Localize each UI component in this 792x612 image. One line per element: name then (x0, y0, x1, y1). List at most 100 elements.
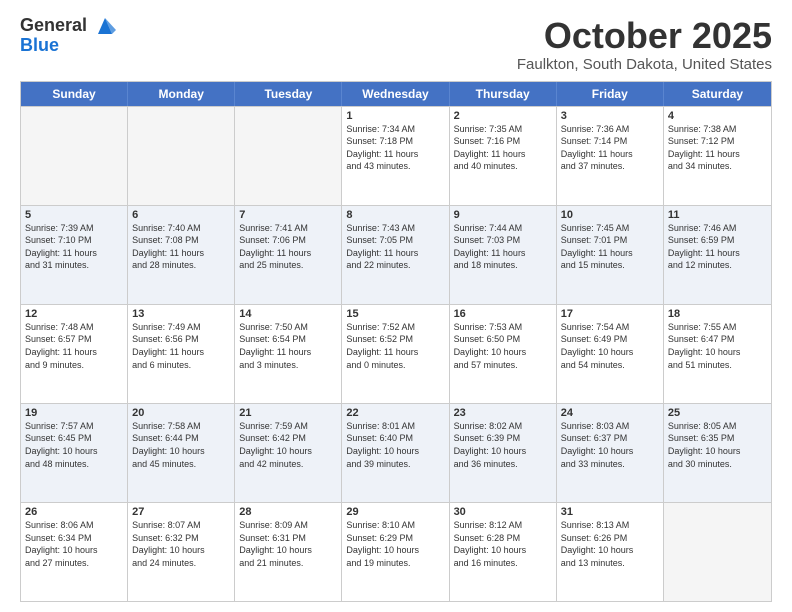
day-number: 7 (239, 209, 337, 221)
header-thursday: Thursday (450, 82, 557, 106)
day-number: 19 (25, 407, 123, 419)
calendar-cell: 1Sunrise: 7:34 AM Sunset: 7:18 PM Daylig… (342, 107, 449, 205)
day-number: 23 (454, 407, 552, 419)
header-friday: Friday (557, 82, 664, 106)
calendar-cell: 12Sunrise: 7:48 AM Sunset: 6:57 PM Dayli… (21, 305, 128, 403)
calendar-cell: 23Sunrise: 8:02 AM Sunset: 6:39 PM Dayli… (450, 404, 557, 502)
calendar-row-3: 12Sunrise: 7:48 AM Sunset: 6:57 PM Dayli… (21, 304, 771, 403)
calendar-cell: 27Sunrise: 8:07 AM Sunset: 6:32 PM Dayli… (128, 503, 235, 601)
calendar-cell: 19Sunrise: 7:57 AM Sunset: 6:45 PM Dayli… (21, 404, 128, 502)
calendar-cell: 18Sunrise: 7:55 AM Sunset: 6:47 PM Dayli… (664, 305, 771, 403)
calendar-cell: 6Sunrise: 7:40 AM Sunset: 7:08 PM Daylig… (128, 206, 235, 304)
day-number: 28 (239, 506, 337, 518)
header: General Blue October 2025 Faulkton, Sout… (20, 16, 772, 73)
day-details: Sunrise: 8:12 AM Sunset: 6:28 PM Dayligh… (454, 519, 552, 569)
header-sunday: Sunday (21, 82, 128, 106)
day-details: Sunrise: 7:43 AM Sunset: 7:05 PM Dayligh… (346, 222, 444, 272)
header-saturday: Saturday (664, 82, 771, 106)
calendar-cell (235, 107, 342, 205)
day-details: Sunrise: 7:59 AM Sunset: 6:42 PM Dayligh… (239, 420, 337, 470)
day-details: Sunrise: 8:03 AM Sunset: 6:37 PM Dayligh… (561, 420, 659, 470)
day-number: 26 (25, 506, 123, 518)
calendar-cell: 29Sunrise: 8:10 AM Sunset: 6:29 PM Dayli… (342, 503, 449, 601)
calendar-body: 1Sunrise: 7:34 AM Sunset: 7:18 PM Daylig… (21, 106, 771, 601)
logo-text: General Blue (20, 16, 116, 56)
day-details: Sunrise: 8:06 AM Sunset: 6:34 PM Dayligh… (25, 519, 123, 569)
calendar-cell: 14Sunrise: 7:50 AM Sunset: 6:54 PM Dayli… (235, 305, 342, 403)
logo-icon (94, 16, 116, 36)
day-number: 29 (346, 506, 444, 518)
page: General Blue October 2025 Faulkton, Sout… (0, 0, 792, 612)
calendar-cell: 26Sunrise: 8:06 AM Sunset: 6:34 PM Dayli… (21, 503, 128, 601)
day-number: 30 (454, 506, 552, 518)
day-details: Sunrise: 7:44 AM Sunset: 7:03 PM Dayligh… (454, 222, 552, 272)
day-details: Sunrise: 7:35 AM Sunset: 7:16 PM Dayligh… (454, 123, 552, 173)
day-number: 31 (561, 506, 659, 518)
day-details: Sunrise: 7:48 AM Sunset: 6:57 PM Dayligh… (25, 321, 123, 371)
day-details: Sunrise: 7:46 AM Sunset: 6:59 PM Dayligh… (668, 222, 767, 272)
calendar-cell: 10Sunrise: 7:45 AM Sunset: 7:01 PM Dayli… (557, 206, 664, 304)
day-number: 24 (561, 407, 659, 419)
header-tuesday: Tuesday (235, 82, 342, 106)
day-number: 3 (561, 110, 659, 122)
day-number: 20 (132, 407, 230, 419)
calendar-row-4: 19Sunrise: 7:57 AM Sunset: 6:45 PM Dayli… (21, 403, 771, 502)
day-number: 25 (668, 407, 767, 419)
day-number: 1 (346, 110, 444, 122)
day-number: 6 (132, 209, 230, 221)
day-details: Sunrise: 7:58 AM Sunset: 6:44 PM Dayligh… (132, 420, 230, 470)
day-details: Sunrise: 8:05 AM Sunset: 6:35 PM Dayligh… (668, 420, 767, 470)
day-details: Sunrise: 7:41 AM Sunset: 7:06 PM Dayligh… (239, 222, 337, 272)
day-number: 13 (132, 308, 230, 320)
calendar-cell: 11Sunrise: 7:46 AM Sunset: 6:59 PM Dayli… (664, 206, 771, 304)
calendar-cell: 25Sunrise: 8:05 AM Sunset: 6:35 PM Dayli… (664, 404, 771, 502)
calendar-cell: 31Sunrise: 8:13 AM Sunset: 6:26 PM Dayli… (557, 503, 664, 601)
calendar-header: Sunday Monday Tuesday Wednesday Thursday… (21, 82, 771, 106)
location: Faulkton, South Dakota, United States (517, 56, 772, 73)
day-details: Sunrise: 8:09 AM Sunset: 6:31 PM Dayligh… (239, 519, 337, 569)
calendar-cell: 30Sunrise: 8:12 AM Sunset: 6:28 PM Dayli… (450, 503, 557, 601)
calendar-cell: 21Sunrise: 7:59 AM Sunset: 6:42 PM Dayli… (235, 404, 342, 502)
day-number: 21 (239, 407, 337, 419)
calendar-cell: 2Sunrise: 7:35 AM Sunset: 7:16 PM Daylig… (450, 107, 557, 205)
day-number: 18 (668, 308, 767, 320)
day-number: 22 (346, 407, 444, 419)
day-number: 14 (239, 308, 337, 320)
day-number: 10 (561, 209, 659, 221)
calendar-cell: 9Sunrise: 7:44 AM Sunset: 7:03 PM Daylig… (450, 206, 557, 304)
title-block: October 2025 Faulkton, South Dakota, Uni… (517, 16, 772, 73)
calendar-cell: 5Sunrise: 7:39 AM Sunset: 7:10 PM Daylig… (21, 206, 128, 304)
calendar-cell: 16Sunrise: 7:53 AM Sunset: 6:50 PM Dayli… (450, 305, 557, 403)
calendar: Sunday Monday Tuesday Wednesday Thursday… (20, 81, 772, 602)
calendar-cell: 17Sunrise: 7:54 AM Sunset: 6:49 PM Dayli… (557, 305, 664, 403)
day-details: Sunrise: 7:55 AM Sunset: 6:47 PM Dayligh… (668, 321, 767, 371)
month-title: October 2025 (517, 16, 772, 56)
calendar-cell: 8Sunrise: 7:43 AM Sunset: 7:05 PM Daylig… (342, 206, 449, 304)
day-details: Sunrise: 8:02 AM Sunset: 6:39 PM Dayligh… (454, 420, 552, 470)
calendar-cell: 20Sunrise: 7:58 AM Sunset: 6:44 PM Dayli… (128, 404, 235, 502)
calendar-cell (664, 503, 771, 601)
day-number: 17 (561, 308, 659, 320)
calendar-cell: 22Sunrise: 8:01 AM Sunset: 6:40 PM Dayli… (342, 404, 449, 502)
day-details: Sunrise: 7:45 AM Sunset: 7:01 PM Dayligh… (561, 222, 659, 272)
day-details: Sunrise: 7:36 AM Sunset: 7:14 PM Dayligh… (561, 123, 659, 173)
logo: General Blue (20, 16, 116, 56)
day-details: Sunrise: 7:39 AM Sunset: 7:10 PM Dayligh… (25, 222, 123, 272)
calendar-cell: 28Sunrise: 8:09 AM Sunset: 6:31 PM Dayli… (235, 503, 342, 601)
day-number: 27 (132, 506, 230, 518)
day-details: Sunrise: 7:34 AM Sunset: 7:18 PM Dayligh… (346, 123, 444, 173)
day-details: Sunrise: 8:01 AM Sunset: 6:40 PM Dayligh… (346, 420, 444, 470)
day-details: Sunrise: 7:49 AM Sunset: 6:56 PM Dayligh… (132, 321, 230, 371)
day-number: 4 (668, 110, 767, 122)
calendar-cell: 24Sunrise: 8:03 AM Sunset: 6:37 PM Dayli… (557, 404, 664, 502)
day-details: Sunrise: 7:38 AM Sunset: 7:12 PM Dayligh… (668, 123, 767, 173)
calendar-cell: 3Sunrise: 7:36 AM Sunset: 7:14 PM Daylig… (557, 107, 664, 205)
day-details: Sunrise: 7:40 AM Sunset: 7:08 PM Dayligh… (132, 222, 230, 272)
day-details: Sunrise: 7:54 AM Sunset: 6:49 PM Dayligh… (561, 321, 659, 371)
header-monday: Monday (128, 82, 235, 106)
day-number: 12 (25, 308, 123, 320)
calendar-cell: 4Sunrise: 7:38 AM Sunset: 7:12 PM Daylig… (664, 107, 771, 205)
calendar-row-2: 5Sunrise: 7:39 AM Sunset: 7:10 PM Daylig… (21, 205, 771, 304)
calendar-cell (128, 107, 235, 205)
header-wednesday: Wednesday (342, 82, 449, 106)
